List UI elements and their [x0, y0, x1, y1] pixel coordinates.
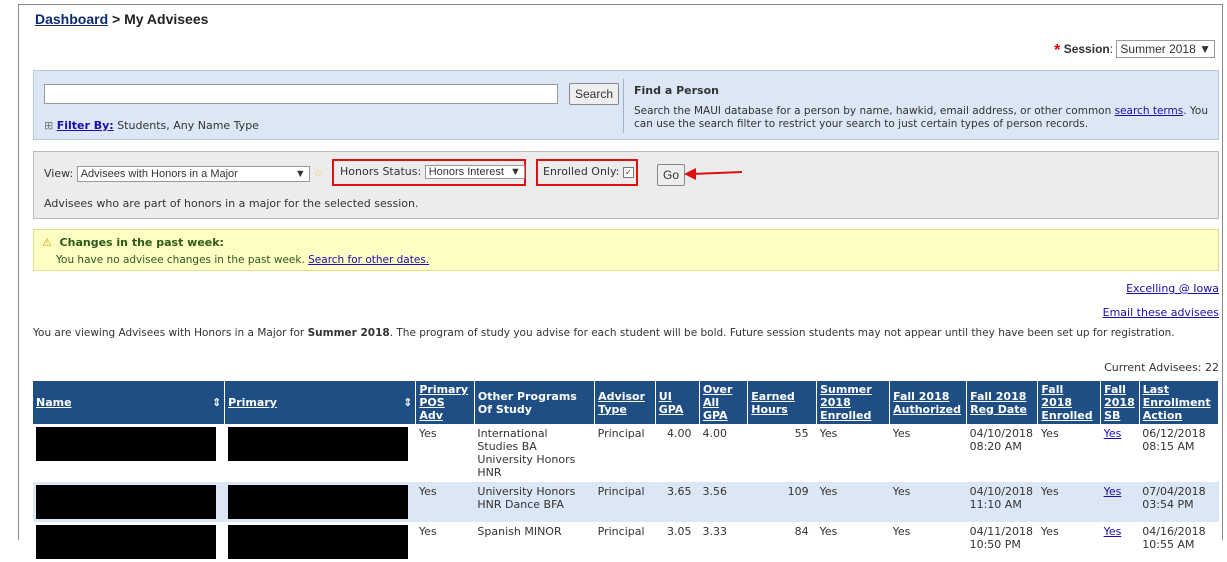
excelling-link[interactable]: Excelling @ Iowa — [1126, 282, 1219, 295]
session-selector: * Session: Summer 2018 ▼ — [1054, 40, 1215, 60]
view-description: Advisees who are part of honors in a maj… — [44, 197, 419, 210]
required-icon: * — [1054, 42, 1061, 59]
filter-value: Students, Any Name Type — [117, 119, 259, 132]
table-row: Yes International Studies BA University … — [33, 424, 1219, 482]
col-earned-hours[interactable]: Earned Hours — [751, 390, 795, 416]
col-fall-authorized[interactable]: Fall 2018 Authorized — [893, 390, 961, 416]
arrow-pointer-icon — [684, 168, 743, 180]
divider — [623, 79, 624, 133]
changes-text: You have no advisee changes in the past … — [56, 254, 430, 266]
table-row: Yes University Honors HNR Dance BFA Prin… — [33, 482, 1219, 522]
search-other-dates-link[interactable]: Search for other dates. — [308, 254, 429, 266]
breadcrumb-dashboard-link[interactable]: Dashboard — [35, 11, 108, 27]
warning-icon: ⚠ — [42, 236, 52, 249]
col-name[interactable]: Name — [36, 396, 72, 409]
viewing-note: You are viewing Advisees with Honors in … — [33, 327, 1175, 339]
col-advisor-type[interactable]: Advisor Type — [598, 390, 645, 416]
col-other-programs: Other Programs Of Study — [477, 389, 577, 416]
honors-status: Honors Status: Honors Interest ▼ — [340, 165, 525, 179]
redacted-name — [36, 427, 216, 461]
email-advisees-link[interactable]: Email these advisees — [1103, 306, 1219, 319]
table-row: Yes Spanish MINOR Principal 3.05 3.33 84… — [33, 522, 1219, 562]
star-icon[interactable]: ☆ — [313, 167, 323, 180]
sb-link[interactable]: Yes — [1104, 427, 1122, 440]
search-input[interactable] — [44, 84, 558, 104]
view-select[interactable]: Advisees with Honors in a Major ▼ — [76, 166, 310, 182]
current-advisees-count: Current Advisees: 22 — [1104, 361, 1219, 374]
col-primary[interactable]: Primary — [228, 396, 277, 409]
col-fall-sb[interactable]: Fall 2018 SB — [1104, 383, 1135, 422]
col-overall-gpa[interactable]: Over All GPA — [703, 383, 732, 422]
filter-row: ⊞ Filter By: Students, Any Name Type — [44, 119, 259, 132]
breadcrumb: Dashboard > My Advisees — [35, 11, 209, 27]
redacted-name — [36, 525, 216, 559]
redacted-primary — [227, 485, 408, 519]
changes-panel: ⚠ Changes in the past week: You have no … — [33, 229, 1219, 271]
changes-title-row: ⚠ Changes in the past week: — [42, 236, 224, 249]
search-button[interactable]: Search — [569, 83, 620, 105]
sb-link[interactable]: Yes — [1104, 485, 1122, 498]
table-header-row: Name ⇕ Primary ⇕ Primary POS Adv Other Pro… — [33, 381, 1220, 424]
sb-link[interactable]: Yes — [1104, 525, 1122, 538]
redacted-primary — [227, 525, 408, 559]
col-fall-enrolled[interactable]: Fall 2018 Enrolled — [1041, 383, 1092, 422]
go-button[interactable]: Go — [657, 164, 686, 186]
redacted-name — [36, 485, 216, 519]
advisees-table: Name ⇕ Primary ⇕ Primary POS Adv Other Pro… — [33, 381, 1220, 562]
col-last-action[interactable]: Last Enrollment Action — [1143, 383, 1211, 422]
search-panel: Search ⊞ Filter By: Students, Any Name T… — [33, 70, 1219, 140]
expand-icon[interactable]: ⊞ — [44, 119, 53, 132]
col-summer-enrolled[interactable]: Summer 2018 Enrolled — [820, 383, 872, 422]
col-fall-reg-date[interactable]: Fall 2018 Reg Date — [970, 390, 1027, 416]
find-person-help: Find a Person Search the MAUI database f… — [634, 84, 1209, 130]
search-terms-link[interactable]: search terms — [1115, 105, 1184, 117]
col-ui-gpa[interactable]: UI GPA — [659, 390, 684, 416]
redacted-primary — [227, 427, 408, 461]
view-row: View: Advisees with Honors in a Major ▼ ☆ — [44, 166, 324, 182]
honors-status-select[interactable]: Honors Interest ▼ — [424, 165, 525, 179]
filter-by-link[interactable]: Filter By: — [57, 119, 114, 132]
page-title: My Advisees — [124, 11, 209, 27]
enrolled-only-checkbox[interactable]: ✓ — [622, 167, 634, 178]
session-select[interactable]: Summer 2018 ▼ — [1116, 40, 1215, 58]
col-primary-pos[interactable]: Primary POS Adv — [419, 383, 468, 422]
enrolled-only: Enrolled Only: ✓ — [543, 165, 634, 178]
